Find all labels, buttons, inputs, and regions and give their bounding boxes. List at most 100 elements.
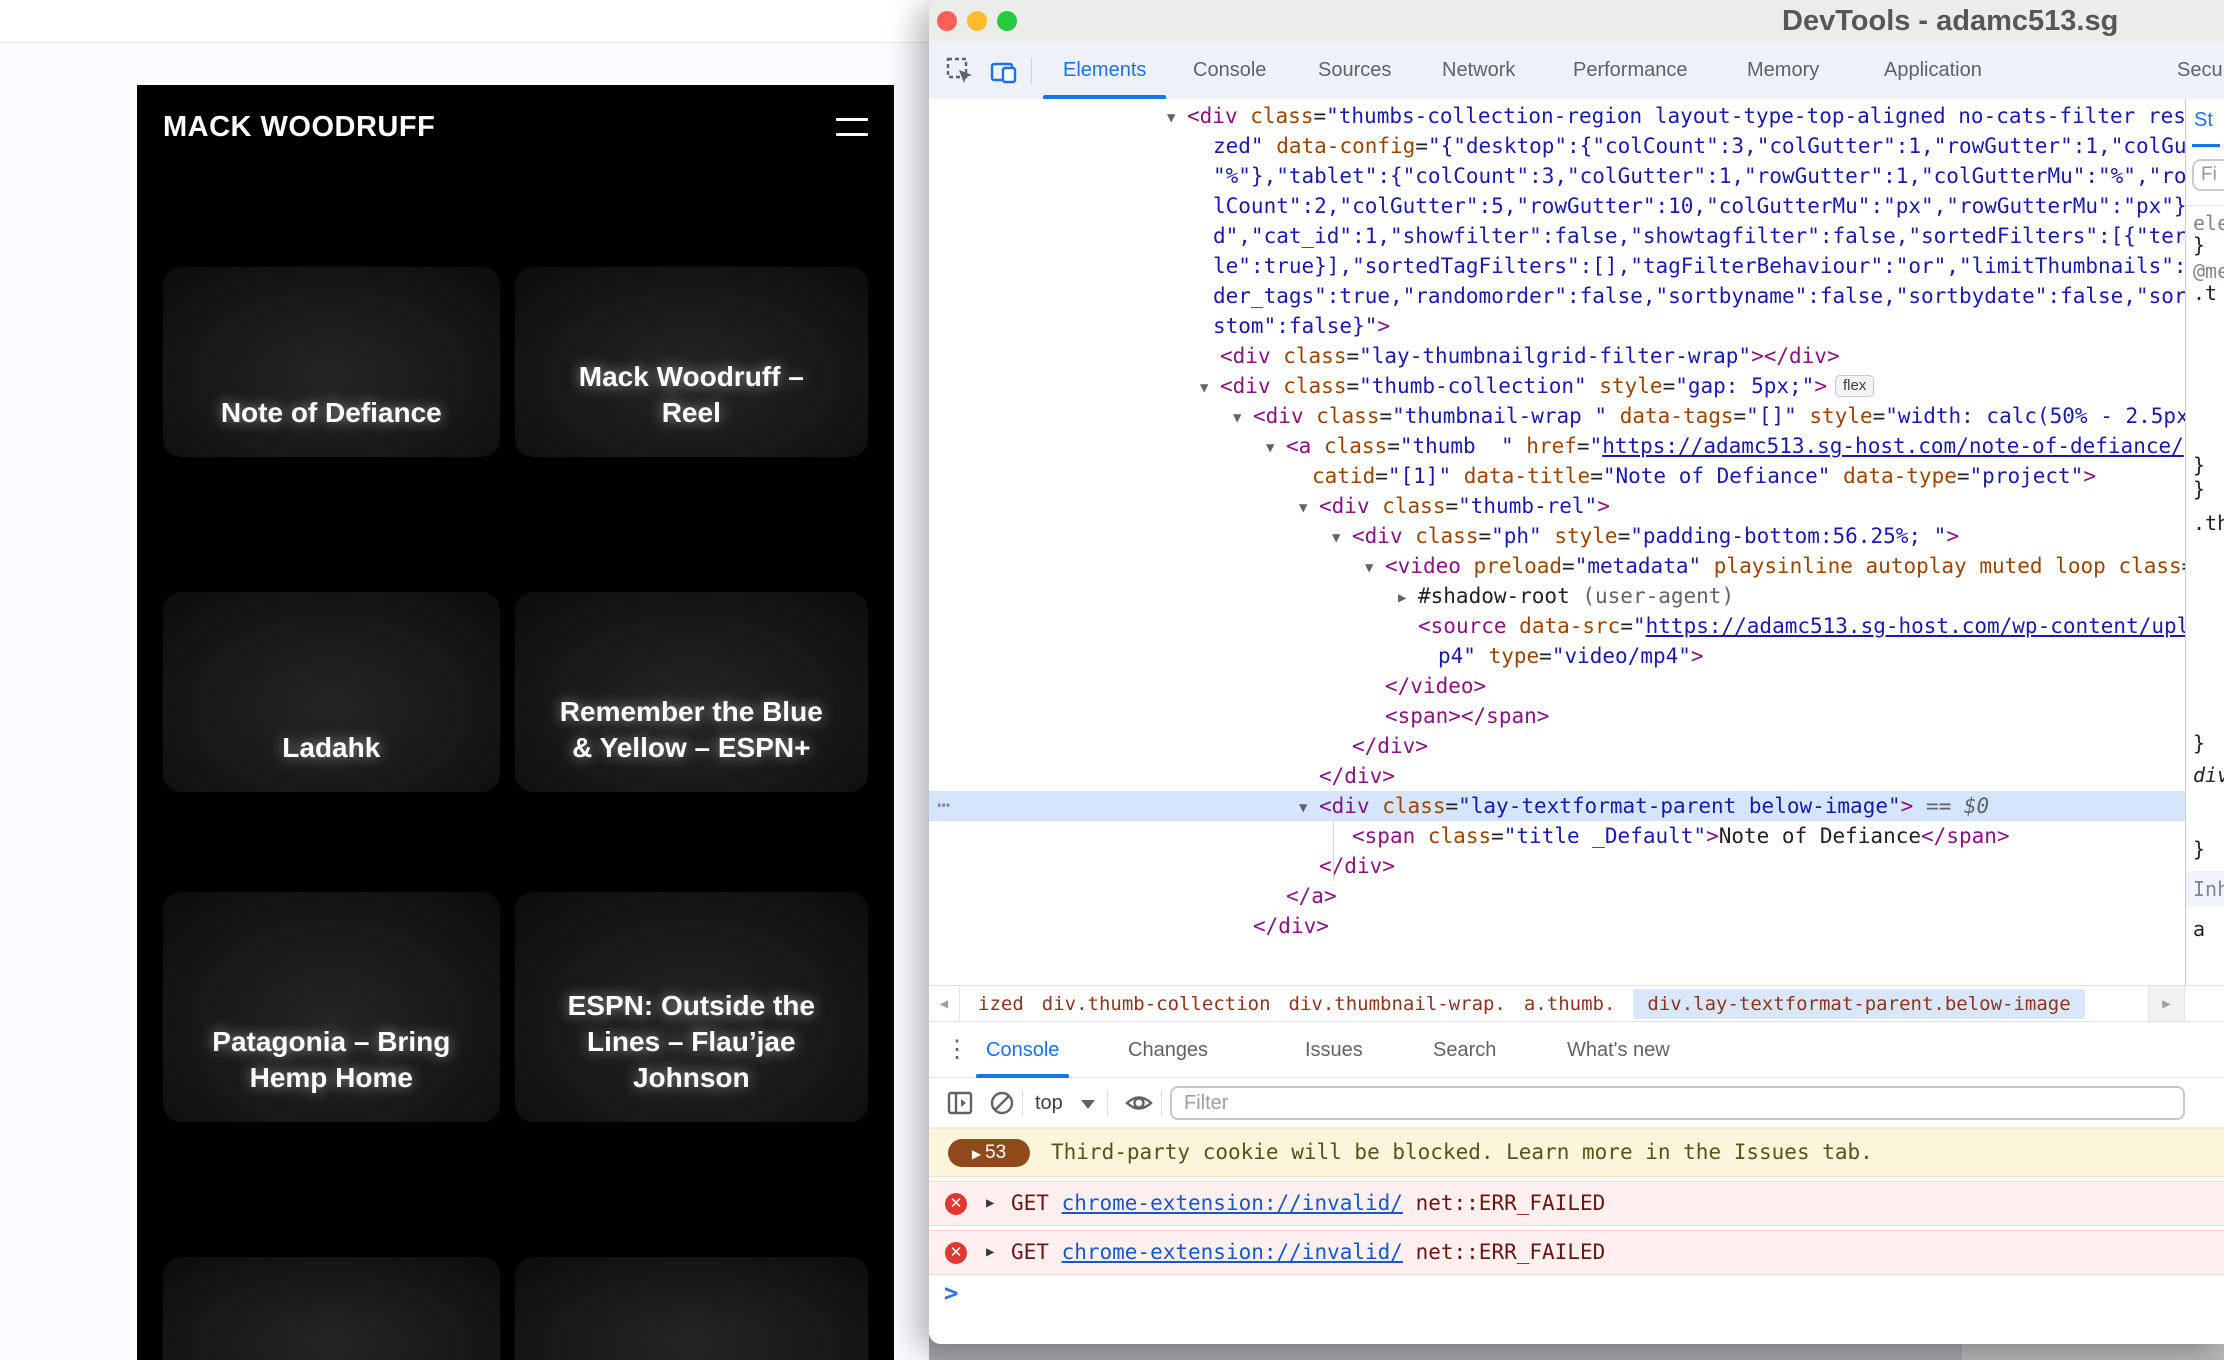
dom-tree-line[interactable]: </a> — [929, 881, 2185, 911]
expand-arrow-down-icon[interactable]: ▼ — [1299, 493, 1319, 523]
site-title: MACK WOODRUFF — [163, 111, 435, 144]
error-text: GET chrome-extension://invalid/ net::ERR… — [1011, 1182, 1605, 1225]
dom-tree-line[interactable]: ▶#shadow-root (user-agent) — [929, 581, 2185, 611]
clear-console-icon[interactable] — [988, 1089, 1016, 1117]
video-thumbnail[interactable] — [515, 1257, 868, 1360]
zoom-window-button[interactable] — [997, 11, 1017, 31]
expand-arrow-right-icon[interactable]: ▶ — [1398, 583, 1418, 613]
dom-tree-line[interactable]: </video> — [929, 671, 2185, 701]
more-options-icon[interactable]: ⋮ — [945, 1022, 969, 1078]
tab-network[interactable]: Network — [1422, 42, 1535, 99]
dom-tree-line[interactable]: catid="[1]" data-title="Note of Defiance… — [929, 461, 2185, 491]
drawer-tab-changes[interactable]: Changes — [1118, 1022, 1218, 1078]
toolbar-divider — [1031, 58, 1032, 84]
browser-viewport: MACK WOODRUFF Note of DefianceMack Woodr… — [0, 0, 929, 1360]
tab-elements[interactable]: Elements — [1043, 42, 1166, 99]
video-thumbnail[interactable]: Remember the Blue& Yellow – ESPN+ — [515, 592, 868, 792]
expand-arrow-down-icon[interactable]: ▼ — [1266, 433, 1286, 463]
styles-fragment: Inh — [2193, 877, 2224, 901]
dom-tree-line[interactable]: der_tags":true,"randomorder":false,"sort… — [929, 281, 2185, 311]
device-toolbar-icon[interactable] — [989, 56, 1019, 86]
dom-tree-line[interactable]: ▼<div class="thumbnail-wrap " data-tags=… — [929, 401, 2185, 431]
dom-tree-line[interactable]: ▼<div class="ph" style="padding-bottom:5… — [929, 521, 2185, 551]
expand-arrow-down-icon[interactable]: ▼ — [1233, 403, 1253, 433]
styles-filter-input[interactable]: Fi — [2192, 159, 2224, 191]
dom-tree-line[interactable]: ▼<video preload="metadata" playsinline a… — [929, 551, 2185, 581]
minimize-window-button[interactable] — [967, 11, 987, 31]
drawer-tab-console[interactable]: Console — [976, 1022, 1069, 1078]
dom-tree-line[interactable]: <source data-src="https://adamc513.sg-ho… — [929, 611, 2185, 641]
live-expression-eye-icon[interactable] — [1125, 1089, 1153, 1117]
javascript-context-dropdown[interactable]: top — [1035, 1078, 1063, 1128]
console-error-row[interactable]: ✕▶GET chrome-extension://invalid/ net::E… — [929, 1230, 2224, 1275]
hamburger-menu-icon[interactable] — [836, 118, 868, 136]
tab-sources[interactable]: Sources — [1298, 42, 1411, 99]
tab-performance[interactable]: Performance — [1553, 42, 1708, 99]
dom-tree-line[interactable]: <div class="lay-thumbnailgrid-filter-wra… — [929, 341, 2185, 371]
video-thumbnail[interactable]: Mack Woodruff –Reel — [515, 267, 868, 457]
breadcrumb-scroll-left-icon[interactable]: ◀ — [929, 986, 960, 1021]
flex-badge[interactable]: flex — [1835, 375, 1874, 397]
drawer-tab-search[interactable]: Search — [1423, 1022, 1506, 1078]
breadcrumb-item[interactable]: div.thumb-collection — [1042, 993, 1271, 1015]
console-sidebar-toggle-icon[interactable] — [946, 1089, 974, 1117]
tab-application[interactable]: Application — [1864, 42, 2002, 99]
error-link[interactable]: chrome-extension://invalid/ — [1062, 1240, 1403, 1264]
drawer-tab-what-s-new[interactable]: What's new — [1557, 1022, 1680, 1078]
console-filter-input[interactable] — [1170, 1086, 2185, 1120]
breadcrumb-item[interactable]: div.thumbnail-wrap. — [1289, 993, 1506, 1015]
close-window-button[interactable] — [937, 11, 957, 31]
dom-tree-line[interactable]: ▼<div class="thumb-collection" style="ga… — [929, 371, 2185, 401]
dom-tree-line[interactable]: </div> — [929, 851, 2185, 881]
breadcrumb-scroll-right-icon[interactable]: ▶ — [2148, 986, 2185, 1021]
dom-tree-line[interactable]: le":true}],"sortedTagFilters":[],"tagFil… — [929, 251, 2185, 281]
video-thumbnail[interactable]: ESPN: Outside theLines – Flau’jaeJohnson — [515, 892, 868, 1122]
expand-arrow-down-icon[interactable]: ▼ — [1167, 103, 1187, 133]
expand-arrow-down-icon[interactable]: ▼ — [1365, 553, 1385, 583]
expand-arrow-right-icon[interactable]: ▶ — [986, 1231, 994, 1274]
dom-tree-line[interactable]: </div> — [929, 731, 2185, 761]
dom-tree-line[interactable]: p4" type="video/mp4"> — [929, 641, 2185, 671]
tab-memory[interactable]: Memory — [1727, 42, 1839, 99]
expand-arrow-down-icon[interactable]: ▼ — [1200, 373, 1220, 403]
video-thumbnail[interactable]: Note of Defiance — [163, 267, 500, 457]
expand-arrow-down-icon[interactable]: ▼ — [1332, 523, 1352, 553]
styles-tab[interactable]: St — [2194, 109, 2213, 132]
warning-text: Third-party cookie will be blocked. Lear… — [1051, 1129, 1873, 1176]
video-thumbnail[interactable] — [163, 1257, 500, 1360]
dom-tree-line[interactable]: </div> — [929, 911, 2185, 941]
console-messages: ▶53 Third-party cookie will be blocked. … — [929, 1128, 2224, 1344]
console-error-row[interactable]: ✕▶GET chrome-extension://invalid/ net::E… — [929, 1181, 2224, 1226]
dom-tree-line[interactable]: <span></span> — [929, 701, 2185, 731]
dom-tree-line[interactable]: ▼<div class="thumb-rel"> — [929, 491, 2185, 521]
tab-console[interactable]: Console — [1173, 42, 1286, 99]
expand-arrow-down-icon[interactable]: ▼ — [1299, 793, 1319, 823]
dom-tree-line[interactable]: <span class="title _Default">Note of Def… — [929, 821, 2185, 851]
video-thumbnail[interactable]: Ladahk — [163, 592, 500, 792]
video-thumbnail[interactable]: Patagonia – BringHemp Home — [163, 892, 500, 1122]
expand-arrow-right-icon[interactable]: ▶ — [986, 1182, 994, 1225]
drawer-tab-issues[interactable]: Issues — [1295, 1022, 1373, 1078]
dom-tree-line-selected[interactable]: ⋯▼<div class="lay-textformat-parent belo… — [929, 791, 2185, 821]
more-actions-icon[interactable]: ⋯ — [937, 791, 951, 821]
tab-security[interactable]: Security — [2157, 42, 2224, 99]
dom-tree-line[interactable]: d","cat_id":1,"showfilter":false,"showta… — [929, 221, 2185, 251]
dom-tree-line[interactable]: ▼<div class="thumbs-collection-region la… — [929, 101, 2185, 131]
breadcrumb-item[interactable]: a.thumb. — [1524, 993, 1616, 1015]
dom-tree-line[interactable]: ▼<a class="thumb " href="https://adamc51… — [929, 431, 2185, 461]
console-prompt[interactable]: > — [929, 1275, 2224, 1315]
breadcrumb-item[interactable]: ized — [978, 993, 1024, 1015]
breadcrumb-item[interactable]: div.lay-textformat-parent.below-image — [1633, 989, 2084, 1019]
dom-tree-line[interactable]: zed" data-config="{"desktop":{"colCount"… — [929, 131, 2185, 161]
dom-tree-line[interactable]: lCount":2,"colGutter":5,"rowGutter":10,"… — [929, 191, 2185, 221]
dom-tree-line[interactable]: </div> — [929, 761, 2185, 791]
styles-fragment: div — [2193, 763, 2224, 787]
thumbnail-title: Patagonia – BringHemp Home — [212, 1024, 450, 1096]
dom-tree-line[interactable]: "%"},"tablet":{"colCount":3,"colGutter":… — [929, 161, 2185, 191]
issue-count-badge[interactable]: ▶53 — [948, 1139, 1030, 1167]
console-warning-row[interactable]: ▶53 Third-party cookie will be blocked. … — [929, 1128, 2224, 1177]
error-link[interactable]: chrome-extension://invalid/ — [1062, 1191, 1403, 1215]
dom-tree-line[interactable]: stom":false}"> — [929, 311, 2185, 341]
screenshot-root: MACK WOODRUFF Note of DefianceMack Woodr… — [0, 0, 2224, 1360]
inspect-element-icon[interactable] — [945, 56, 975, 86]
